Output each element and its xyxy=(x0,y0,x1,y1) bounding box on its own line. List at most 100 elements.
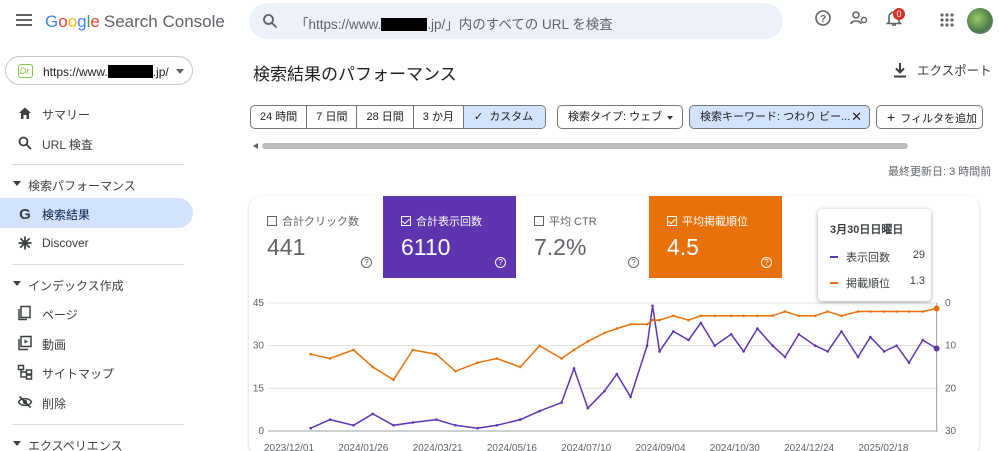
x-tick-label: 2024/12/24 xyxy=(784,443,834,451)
sidebar-item-search-results[interactable]: G 検索結果 xyxy=(0,198,193,228)
apps-grid-icon[interactable] xyxy=(940,13,954,27)
sidebar-divider xyxy=(12,264,184,265)
data-point xyxy=(603,389,606,393)
chevron-down-icon xyxy=(176,69,184,74)
sidebar-item-summary[interactable]: サマリー xyxy=(0,98,193,128)
filter-search-type[interactable]: 検索タイプ: ウェブ xyxy=(557,105,683,129)
data-point xyxy=(687,338,690,342)
date-range-28d[interactable]: 28 日間 xyxy=(357,106,414,128)
data-point xyxy=(645,323,649,326)
data-point xyxy=(895,310,898,313)
data-point xyxy=(869,310,872,313)
data-point xyxy=(687,318,690,322)
data-point xyxy=(538,409,541,413)
url-inspection-search[interactable]: 「https://www. .jp/」内のすべての URL を検査 xyxy=(249,3,783,39)
menu-icon[interactable] xyxy=(16,14,32,26)
x-tick-label: 2024/09/04 xyxy=(635,443,685,451)
x-tick-label: 2025/02/18 xyxy=(858,443,908,451)
sidebar-item-discover[interactable]: Discover xyxy=(0,228,193,258)
data-point xyxy=(882,350,886,353)
collapse-triangle-icon xyxy=(13,181,21,186)
data-point xyxy=(615,372,619,376)
data-point xyxy=(814,314,817,318)
data-point xyxy=(856,355,860,359)
date-range-24h[interactable]: 24 時間 xyxy=(251,106,308,128)
help-icon[interactable]: ? xyxy=(815,10,831,26)
data-point xyxy=(309,352,312,356)
date-range-7d[interactable]: 7 日間 xyxy=(307,106,358,128)
page-title: 検索結果のパフォーマンス xyxy=(253,65,457,84)
app-title: Search Console xyxy=(103,12,225,31)
data-point xyxy=(658,318,661,322)
hover-point-position xyxy=(933,305,940,312)
scroll-left-icon[interactable] xyxy=(253,143,258,149)
sidebar-item-sitemaps[interactable]: サイトマップ xyxy=(0,357,193,387)
horizontal-scrollbar[interactable] xyxy=(262,143,908,149)
check-icon: ✓ xyxy=(473,111,484,123)
sidebar-section-performance[interactable]: 検索パフォーマンス xyxy=(0,173,193,195)
data-point xyxy=(538,344,541,347)
data-point xyxy=(742,314,745,318)
sidebar-item-videos[interactable]: 動画 xyxy=(0,328,193,358)
data-point xyxy=(921,338,925,342)
add-filter-button[interactable]: + フィルタを追加 xyxy=(876,105,983,129)
y-right-tick-label: 20 xyxy=(945,383,957,394)
data-point xyxy=(699,314,703,318)
property-url: https://www. .jp/ xyxy=(43,65,169,79)
filter-query[interactable]: 検索キーワード: つわり ビー... ✕ xyxy=(689,105,870,129)
export-button[interactable]: エクスポート xyxy=(893,60,992,79)
data-point xyxy=(560,357,563,360)
data-point xyxy=(519,365,522,369)
sidebar-item-url-inspection[interactable]: URL 検査 xyxy=(0,128,193,158)
data-point xyxy=(840,314,843,318)
data-point xyxy=(907,310,911,313)
last-updated: 最終更新日: 3 時間前 xyxy=(888,166,992,178)
data-point xyxy=(603,331,606,335)
data-point xyxy=(729,314,733,318)
dropdown-arrow-icon xyxy=(667,116,673,120)
data-point xyxy=(629,323,632,326)
property-selector[interactable]: Dr. https://www. .jp/ xyxy=(5,56,193,85)
data-point xyxy=(869,335,872,339)
data-point xyxy=(352,424,355,427)
series-line-position xyxy=(310,307,937,381)
account-avatar[interactable] xyxy=(967,8,993,34)
notification-badge: 0 xyxy=(893,8,905,20)
date-range-custom[interactable]: ✓ カスタム xyxy=(463,106,546,128)
data-point xyxy=(392,424,395,427)
sitemap-icon xyxy=(17,364,33,380)
data-point xyxy=(434,418,438,421)
sidebar-section-experience[interactable]: エクスペリエンス xyxy=(0,433,193,451)
sidebar-item-pages[interactable]: ページ xyxy=(0,298,193,328)
manage-users-icon[interactable] xyxy=(850,10,868,26)
sidebar-section-index[interactable]: インデックス作成 xyxy=(0,273,193,295)
y-right-tick-label: 0 xyxy=(945,298,951,309)
close-icon[interactable]: ✕ xyxy=(851,106,862,128)
y-left-tick-label: 0 xyxy=(258,426,264,437)
y-right-tick-label: 30 xyxy=(945,426,957,437)
plus-icon: + xyxy=(887,109,896,125)
app-logo[interactable]: Google Search Console xyxy=(45,12,225,32)
data-point xyxy=(352,348,355,352)
data-point xyxy=(454,370,457,373)
data-point xyxy=(797,314,801,318)
data-point xyxy=(411,348,415,352)
data-point xyxy=(328,357,332,360)
data-point xyxy=(629,395,632,399)
data-point xyxy=(495,357,499,360)
sidebar-item-removals[interactable]: 削除 xyxy=(0,387,193,417)
x-tick-label: 2024/07/10 xyxy=(561,443,611,451)
sidebar-divider xyxy=(12,164,184,165)
y-left-tick-label: 45 xyxy=(253,298,265,309)
data-point xyxy=(921,310,925,313)
data-point xyxy=(651,304,654,308)
data-point xyxy=(645,344,649,347)
data-point xyxy=(495,424,499,427)
data-point xyxy=(840,330,843,333)
data-point xyxy=(392,378,395,382)
data-point xyxy=(713,314,716,318)
search-placeholder: 「https://www. .jp/」内のすべての URL を検査 xyxy=(295,17,613,32)
redaction xyxy=(107,65,153,78)
x-tick-label: 2023/12/01 xyxy=(264,443,314,451)
date-range-3m[interactable]: 3 か月 xyxy=(414,106,464,128)
